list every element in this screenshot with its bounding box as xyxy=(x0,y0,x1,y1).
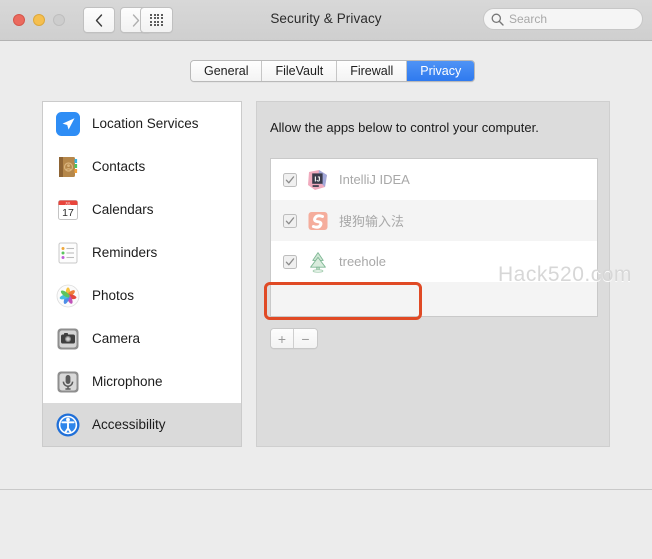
privacy-detail-pane: Allow the apps below to control your com… xyxy=(256,101,610,447)
search-field[interactable] xyxy=(483,8,643,30)
address-book-icon xyxy=(59,156,78,177)
add-remove-buttons: + − xyxy=(270,328,318,349)
camera-icon xyxy=(57,328,79,349)
accessibility-icon xyxy=(56,413,80,436)
tab-general[interactable]: General xyxy=(191,61,263,81)
app-checkbox[interactable] xyxy=(283,213,297,228)
table-row[interactable]: IJ IntelliJ IDEA xyxy=(271,159,597,200)
sidebar-item-camera[interactable]: Camera xyxy=(43,317,241,360)
remove-app-button[interactable]: − xyxy=(294,329,317,348)
microphone-icon xyxy=(57,371,79,392)
sidebar-item-accessibility[interactable]: Accessibility xyxy=(43,403,241,446)
chevron-left-icon xyxy=(95,13,103,27)
close-window-button[interactable] xyxy=(13,14,25,26)
show-all-preferences-button[interactable] xyxy=(140,7,173,33)
table-row[interactable]: treehole xyxy=(271,241,597,282)
intellij-idea-icon: IJ xyxy=(308,169,327,190)
app-name: IntelliJ IDEA xyxy=(339,172,410,187)
privacy-content-area: Location Services Contacts JUL 17 Calend… xyxy=(18,96,634,471)
sidebar-item-label: Accessibility xyxy=(92,417,166,432)
sidebar-item-label: Microphone xyxy=(92,374,163,389)
back-button[interactable] xyxy=(83,7,115,33)
window-titlebar: Security & Privacy xyxy=(0,0,652,41)
preference-tabs: General FileVault Firewall Privacy xyxy=(190,60,476,82)
sidebar-item-photos[interactable]: Photos xyxy=(43,274,241,317)
empty-list-row xyxy=(271,282,597,316)
sidebar-item-calendars[interactable]: JUL 17 Calendars xyxy=(43,188,241,231)
checkmark-icon xyxy=(285,175,295,183)
privacy-category-sidebar: Location Services Contacts JUL 17 Calend… xyxy=(42,101,242,447)
sidebar-item-microphone[interactable]: Microphone xyxy=(43,360,241,403)
pane-description: Allow the apps below to control your com… xyxy=(270,120,539,135)
sidebar-item-label: Photos xyxy=(92,288,135,303)
table-row[interactable]: 搜狗输入法 xyxy=(271,200,597,241)
show-all-grid-icon xyxy=(150,13,163,27)
traffic-light-controls xyxy=(13,14,65,26)
sidebar-item-label: Location Services xyxy=(92,116,199,131)
tab-filevault[interactable]: FileVault xyxy=(262,61,338,81)
checkmark-icon xyxy=(285,216,295,224)
tab-privacy[interactable]: Privacy xyxy=(407,61,475,81)
search-icon xyxy=(491,13,504,26)
security-privacy-window: Security & Privacy General FileVault Fir… xyxy=(0,0,652,559)
sidebar-item-label: Reminders xyxy=(92,245,158,260)
add-app-button[interactable]: + xyxy=(271,329,294,348)
chevron-right-icon xyxy=(132,13,140,27)
sidebar-item-contacts[interactable]: Contacts xyxy=(43,145,241,188)
checkmark-icon xyxy=(285,257,295,265)
svg-text:JUL: JUL xyxy=(65,201,71,205)
app-name: treehole xyxy=(339,254,386,269)
zoom-window-button[interactable] xyxy=(53,14,65,26)
sidebar-item-reminders[interactable]: Reminders xyxy=(43,231,241,274)
treehole-tree-icon xyxy=(310,251,326,273)
app-checkbox[interactable] xyxy=(283,254,297,269)
sidebar-item-label: Contacts xyxy=(92,159,146,174)
sidebar-item-label: Camera xyxy=(92,331,141,346)
app-checkbox[interactable] xyxy=(283,172,297,187)
search-input[interactable] xyxy=(509,12,634,26)
sidebar-item-label: Calendars xyxy=(92,202,154,217)
minimize-window-button[interactable] xyxy=(33,14,45,26)
sidebar-item-location-services[interactable]: Location Services xyxy=(43,102,241,145)
app-name: 搜狗输入法 xyxy=(339,214,405,229)
svg-text:IJ: IJ xyxy=(314,174,320,183)
tab-firewall[interactable]: Firewall xyxy=(337,61,408,81)
sogou-input-icon xyxy=(308,211,328,230)
svg-text:17: 17 xyxy=(62,207,74,219)
location-arrow-icon xyxy=(56,111,80,136)
photos-pinwheel-icon xyxy=(56,284,80,307)
reminders-list-icon xyxy=(58,242,78,263)
calendar-icon: JUL 17 xyxy=(58,199,78,220)
allowed-apps-list: IJ IntelliJ IDEA 搜狗输入法 treehole xyxy=(270,158,598,317)
window-footer: Click the lock to make changes. Advanced… xyxy=(0,490,652,559)
sidebar-item-full-disk-access[interactable]: Full Disk Access xyxy=(43,446,241,447)
